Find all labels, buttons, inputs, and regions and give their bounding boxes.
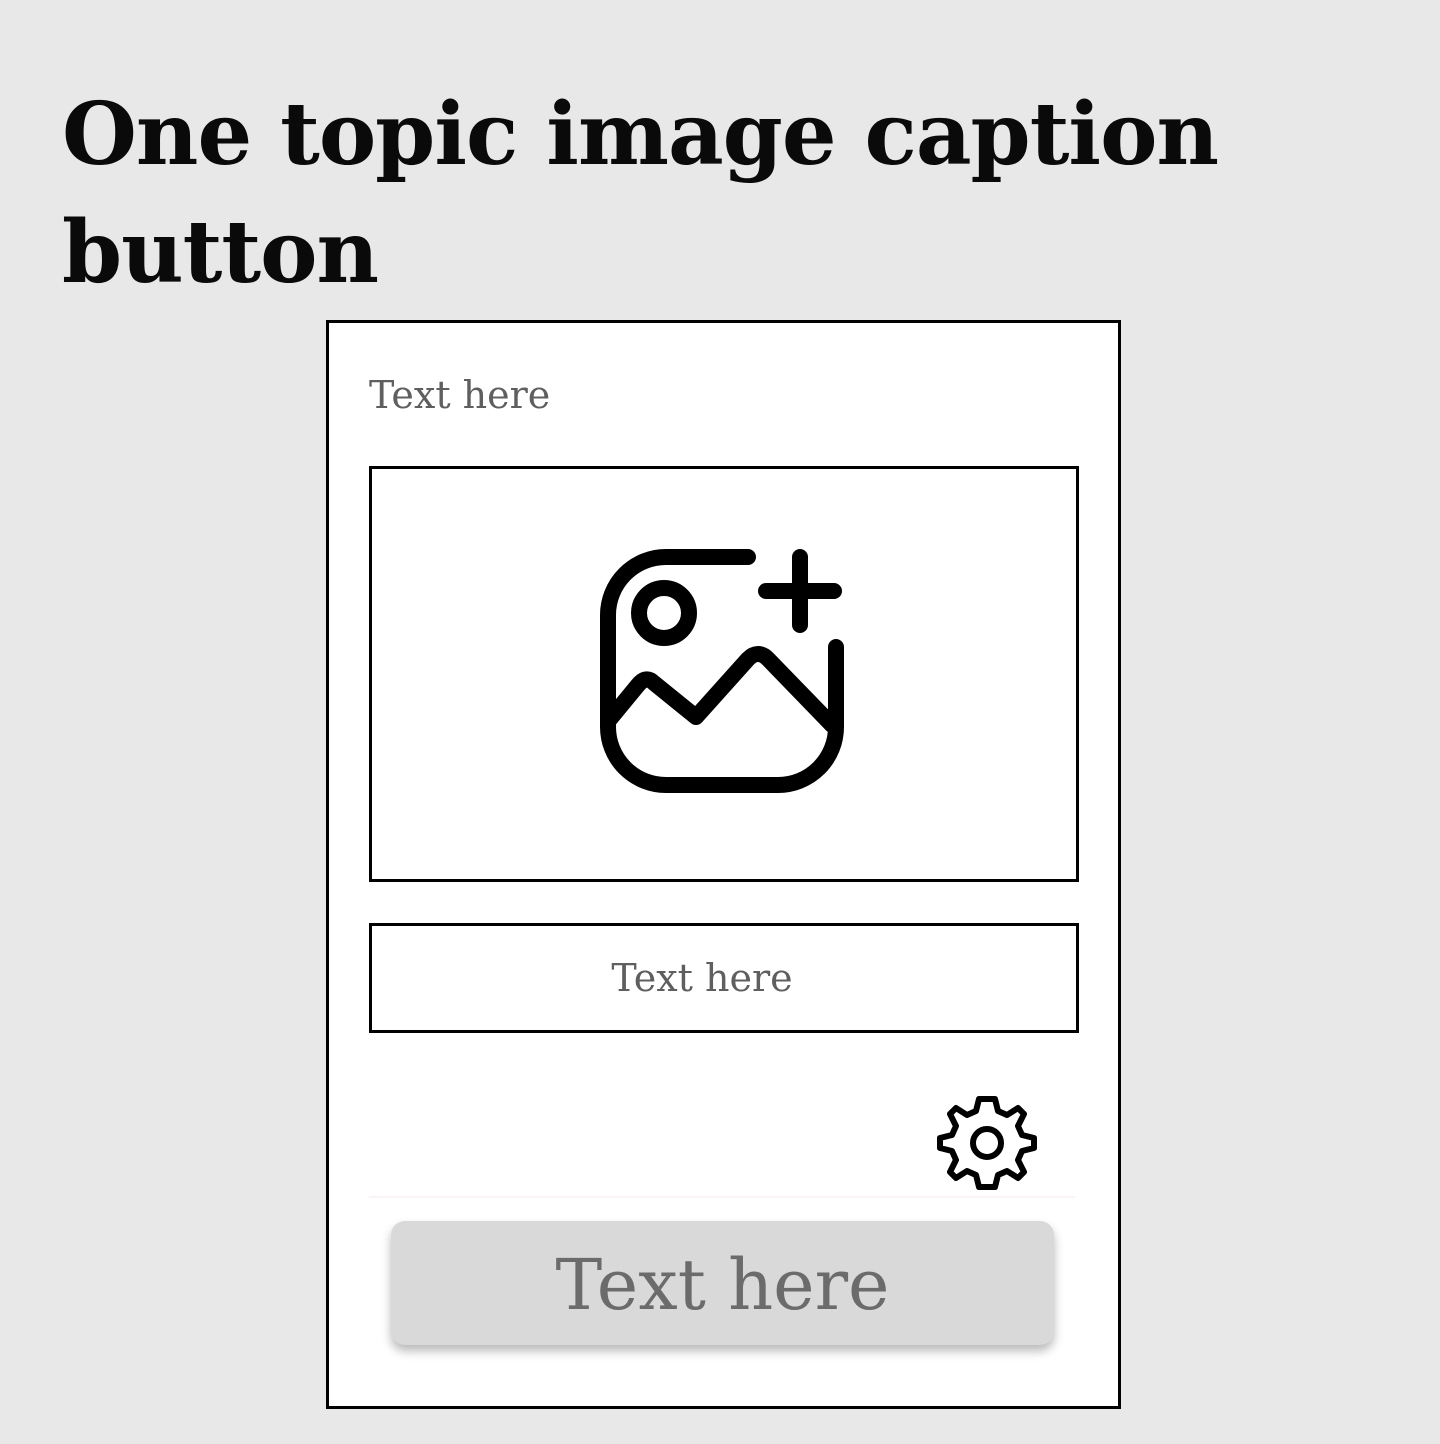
divider [369,1196,1075,1198]
page-title: One topic image caption button [62,84,1219,303]
topic-card: Text here Text here Text here [326,320,1121,1409]
caption-input[interactable]: Text here [369,923,1079,1033]
settings-button[interactable] [935,1091,1039,1195]
caption-placeholder: Text here [611,956,793,1000]
primary-action-button[interactable]: Text here [391,1221,1054,1345]
card-header-label: Text here [369,373,551,417]
button-label: Text here [555,1244,890,1326]
gear-icon [937,1096,1037,1190]
image-add-icon [600,549,844,793]
image-upload-area[interactable] [369,466,1079,882]
